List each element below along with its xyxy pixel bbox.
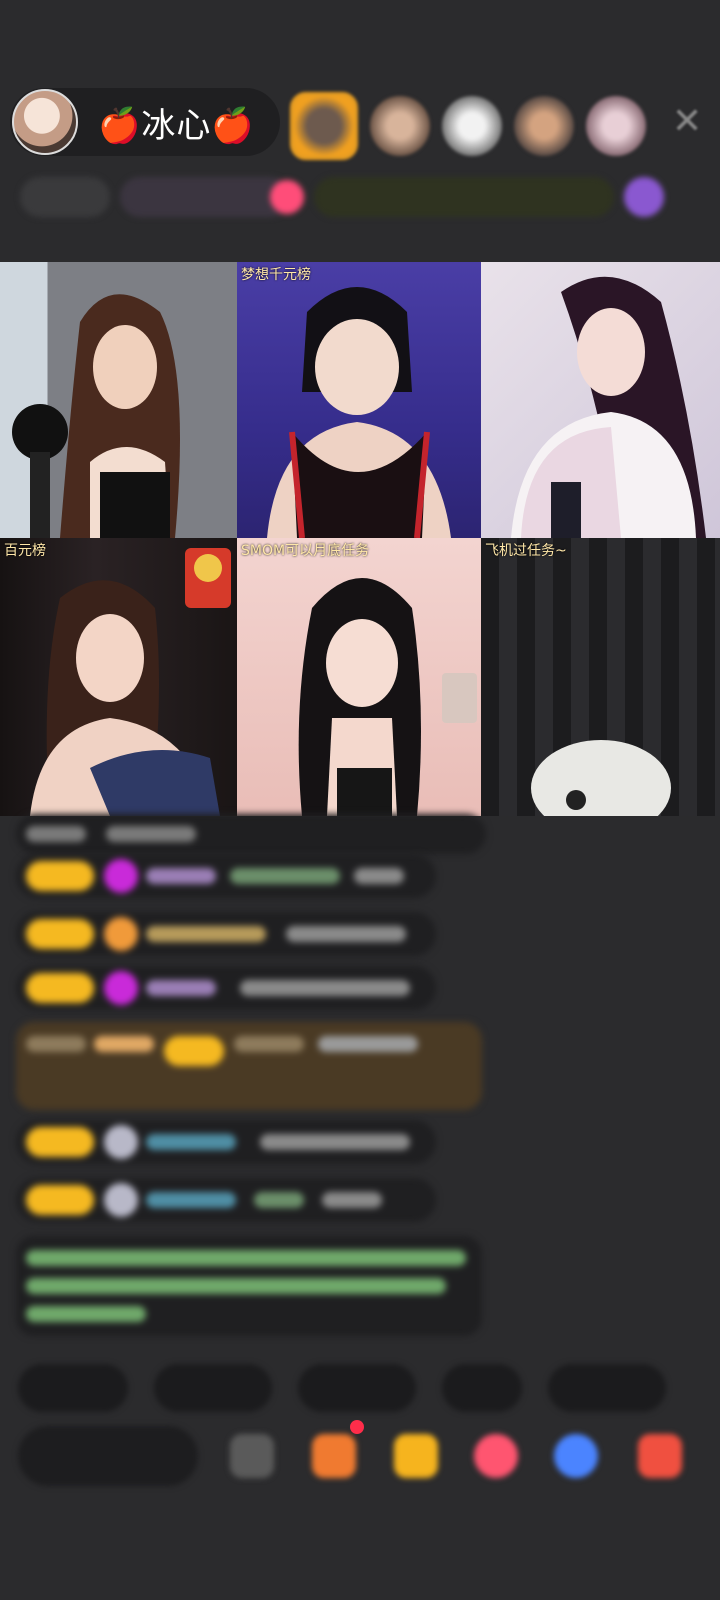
viewer-avatar[interactable] [586, 96, 646, 156]
stream-tile-2[interactable]: 梦想千元榜 [237, 262, 481, 538]
stream-grid: 梦想千元榜 百元榜 SMOM可以月底任务 飞机过任务~ [0, 262, 720, 816]
quick-reply[interactable] [442, 1364, 522, 1412]
stream-scene [531, 740, 671, 816]
gift-bag-icon[interactable] [312, 1434, 356, 1478]
quick-reply[interactable] [154, 1364, 272, 1412]
quick-reply[interactable] [548, 1364, 666, 1412]
streamer-figure [267, 287, 451, 538]
rank-chip[interactable] [20, 177, 110, 217]
wave-icon[interactable] [554, 1434, 598, 1478]
chat-message [16, 1178, 436, 1222]
system-notice [16, 1236, 482, 1336]
gift-icon[interactable] [624, 177, 664, 217]
task-chip[interactable] [314, 177, 614, 217]
chat-message [16, 1120, 436, 1164]
chat-message [16, 912, 436, 956]
close-icon[interactable]: ✕ [672, 102, 702, 142]
stream-tile-3[interactable] [481, 262, 720, 538]
gift-icon[interactable] [394, 1434, 438, 1478]
chat-message [16, 854, 436, 898]
streamer-figure [12, 294, 180, 538]
stream-tile-5[interactable]: SMOM可以月底任务 [237, 538, 481, 816]
chat-message [16, 814, 486, 854]
stream-tile-1[interactable] [0, 262, 237, 538]
chat-message [16, 966, 436, 1010]
viewer-avatar[interactable] [370, 96, 430, 156]
viewer-avatar[interactable] [514, 96, 574, 156]
stream-tile-4[interactable]: 百元榜 [0, 538, 237, 816]
quick-reply[interactable] [298, 1364, 416, 1412]
chat-message-vip [16, 1022, 482, 1110]
viewer-avatar[interactable] [290, 92, 358, 160]
host-info[interactable]: 🍎冰心🍎 [10, 88, 280, 156]
stream-tile-6[interactable]: 飞机过任务~ [481, 538, 720, 816]
heart-icon[interactable] [270, 180, 304, 214]
grid-icon[interactable] [638, 1434, 682, 1478]
streamer-figure [298, 578, 477, 816]
viewer-avatar[interactable] [442, 96, 502, 156]
box-icon[interactable] [230, 1434, 274, 1478]
smile-icon[interactable] [474, 1434, 518, 1478]
viewer-avatars[interactable] [290, 92, 646, 160]
quick-reply[interactable] [18, 1364, 128, 1412]
streamer-figure [511, 276, 706, 538]
info-row[interactable] [20, 172, 700, 222]
pk-chip[interactable] [120, 177, 290, 217]
bottom-bar [18, 1420, 718, 1488]
host-name: 🍎冰心🍎 [98, 105, 255, 146]
notification-dot [350, 1420, 364, 1434]
host-avatar[interactable] [12, 89, 78, 155]
chat-input[interactable] [18, 1426, 198, 1486]
quick-replies[interactable] [18, 1364, 666, 1412]
streamer-figure [30, 548, 231, 816]
